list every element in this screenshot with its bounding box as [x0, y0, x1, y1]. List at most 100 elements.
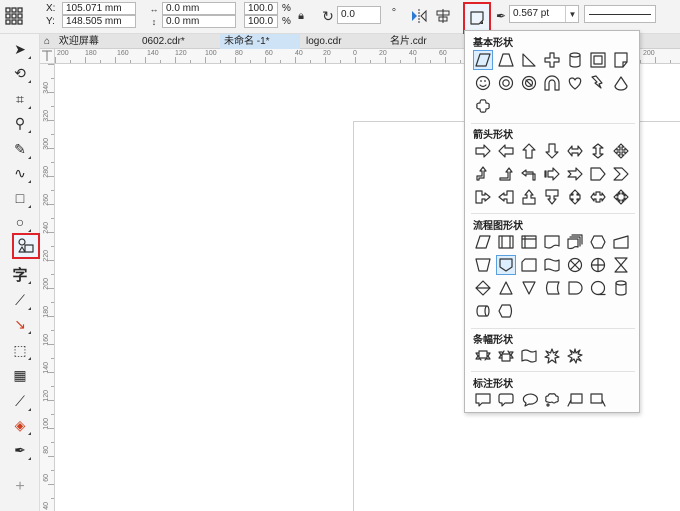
shape-fc-or-icon[interactable] — [588, 255, 608, 275]
shape-chevron-icon[interactable] — [611, 164, 631, 184]
shape-fc-card-icon[interactable] — [519, 255, 539, 275]
scale-y-field[interactable]: 100.0 — [244, 15, 278, 28]
shape-fc-delay-icon[interactable] — [565, 278, 585, 298]
shape-fc-sort-icon[interactable] — [473, 278, 493, 298]
shape-arch-icon[interactable] — [542, 73, 562, 93]
shape-fc-punched-tape-icon[interactable] — [542, 255, 562, 275]
shape-fc-offpage-icon[interactable] — [496, 255, 516, 275]
shape-arrow-lr-icon[interactable] — [565, 141, 585, 161]
line-style-field[interactable] — [584, 5, 656, 23]
mirror-icon[interactable] — [410, 7, 428, 25]
lock-ratio-icon[interactable]: 🔒︎ — [294, 8, 308, 24]
shape-fc-magnetic-disk-icon[interactable] — [611, 278, 631, 298]
shape-callout-line2-icon[interactable] — [588, 390, 608, 410]
tab-0602[interactable]: 0602.cdr* — [138, 34, 216, 49]
shape-arrow-up-icon[interactable] — [519, 141, 539, 161]
shape-arrow-down-icon[interactable] — [542, 141, 562, 161]
shape-bent-right-icon[interactable] — [496, 164, 516, 184]
vertical-ruler[interactable]: 340 320 300 280 260 240 220 200 180 160 140 120 100 8… — [40, 64, 55, 511]
shape-fc-collate-icon[interactable] — [611, 255, 631, 275]
shape-striped-arrow-icon[interactable] — [542, 164, 562, 184]
shape-fc-summing-icon[interactable] — [565, 255, 585, 275]
tab-welcome[interactable]: ⌂ 欢迎屏幕 — [40, 34, 128, 49]
shape-banner-burst2-icon[interactable] — [565, 346, 585, 366]
shape-callout-cloud-icon[interactable] — [542, 390, 562, 410]
shape-cylinder-icon[interactable] — [565, 50, 585, 70]
shape-fc-sequential-icon[interactable] — [588, 278, 608, 298]
shape-banner-burst-icon[interactable] — [542, 346, 562, 366]
polygon-tool[interactable] — [12, 233, 40, 259]
shape-arrow-left-icon[interactable] — [496, 141, 516, 161]
shape-fc-predefined-icon[interactable] — [496, 232, 516, 252]
rotation-field[interactable]: 0.0 — [337, 6, 381, 24]
shape-callout-quad-arrow-icon[interactable] — [611, 187, 631, 207]
x-position-field[interactable]: 105.071 mm — [62, 2, 136, 15]
shape-fc-multidoc-icon[interactable] — [565, 232, 585, 252]
shape-no-symbol-icon[interactable] — [519, 73, 539, 93]
freehand-tool[interactable]: ✎ — [9, 138, 31, 160]
shape-fc-manual-input-icon[interactable] — [611, 232, 631, 252]
tab-business-card[interactable]: 名片.cdr — [386, 34, 466, 49]
shape-bent-left-up-icon[interactable] — [519, 164, 539, 184]
width-field[interactable]: 0.0 mm — [162, 2, 236, 15]
shape-pentagon-arrow-icon[interactable] — [588, 164, 608, 184]
shape-fc-internal-storage-icon[interactable] — [519, 232, 539, 252]
outline-pen-tool[interactable]: ✒ — [9, 439, 31, 461]
crop-tool[interactable]: ⌗ — [9, 88, 31, 110]
shape-fc-preparation-icon[interactable] — [588, 232, 608, 252]
add-tool-button[interactable]: + — [9, 476, 31, 498]
text-tool[interactable]: 字 — [9, 263, 31, 285]
shape-callout-up-arrow-icon[interactable] — [519, 187, 539, 207]
shape-callout-right-arrow-icon[interactable] — [473, 187, 493, 207]
shape-parallelogram-icon[interactable] — [473, 50, 493, 70]
shape-fc-data-icon[interactable] — [473, 232, 493, 252]
shape-fc-display-icon[interactable] — [496, 301, 516, 321]
shape-callout-left-arrow-icon[interactable] — [496, 187, 516, 207]
shape-callout-down-arrow-icon[interactable] — [542, 187, 562, 207]
shape-folded-corner-icon[interactable] — [611, 50, 631, 70]
shape-bent-up-icon[interactable] — [473, 164, 493, 184]
shape-arrow-ud-icon[interactable] — [588, 141, 608, 161]
shape-frame-icon[interactable] — [588, 50, 608, 70]
shape-notched-arrow-icon[interactable] — [565, 164, 585, 184]
interactive-fill-tool[interactable]: ◈ — [9, 414, 31, 436]
shape-donut-icon[interactable] — [496, 73, 516, 93]
shape-callout-rect-icon[interactable] — [473, 390, 493, 410]
shape-lightning-icon[interactable] — [588, 73, 608, 93]
shape-tool[interactable]: ⟲ — [9, 62, 31, 84]
shape-fc-document-icon[interactable] — [542, 232, 562, 252]
shape-banner-ribbon-down-icon[interactable] — [496, 346, 516, 366]
shape-trapezoid-icon[interactable] — [496, 50, 516, 70]
connector-tool[interactable]: ↘ — [9, 313, 31, 335]
shape-drop-icon[interactable] — [611, 73, 631, 93]
blend-tool[interactable]: ⬚ — [9, 339, 31, 361]
rectangle-tool[interactable]: □ — [9, 187, 31, 209]
shape-fc-merge-icon[interactable] — [519, 278, 539, 298]
shape-cross-icon[interactable] — [542, 50, 562, 70]
zoom-tool[interactable]: ⚲ — [9, 112, 31, 134]
align-icon[interactable] — [434, 7, 452, 25]
eyedropper-tool[interactable]: ⟋ — [9, 390, 31, 412]
height-field[interactable]: 0.0 mm — [162, 15, 236, 28]
shape-flower-icon[interactable] — [473, 96, 493, 116]
shape-callout-oval-icon[interactable] — [519, 390, 539, 410]
chevron-down-icon[interactable]: ▼ — [565, 6, 579, 22]
artistic-media-tool[interactable]: ∿ — [9, 162, 31, 184]
shape-smiley-icon[interactable] — [473, 73, 493, 93]
shape-fc-direct-access-icon[interactable] — [473, 301, 493, 321]
tab-logo[interactable]: logo.cdr — [302, 34, 382, 49]
shape-banner-ribbon-up-icon[interactable] — [473, 346, 493, 366]
shape-fc-manual-op-icon[interactable] — [473, 255, 493, 275]
ruler-origin[interactable] — [40, 49, 55, 64]
object-origin-icon[interactable] — [4, 4, 24, 28]
shape-fc-extract-icon[interactable] — [496, 278, 516, 298]
parallel-dimension-tool[interactable]: ⟋ — [9, 289, 31, 311]
shape-heart-icon[interactable] — [565, 73, 585, 93]
shape-arrow-quad-icon[interactable] — [611, 141, 631, 161]
shape-callout-line1-icon[interactable] — [565, 390, 585, 410]
ellipse-tool[interactable]: ○ — [9, 211, 31, 233]
shape-callout-lr-arrow-icon[interactable] — [588, 187, 608, 207]
y-position-field[interactable]: 148.505 mm — [62, 15, 136, 28]
shape-banner-wave-icon[interactable] — [519, 346, 539, 366]
shape-fc-stored-data-icon[interactable] — [542, 278, 562, 298]
